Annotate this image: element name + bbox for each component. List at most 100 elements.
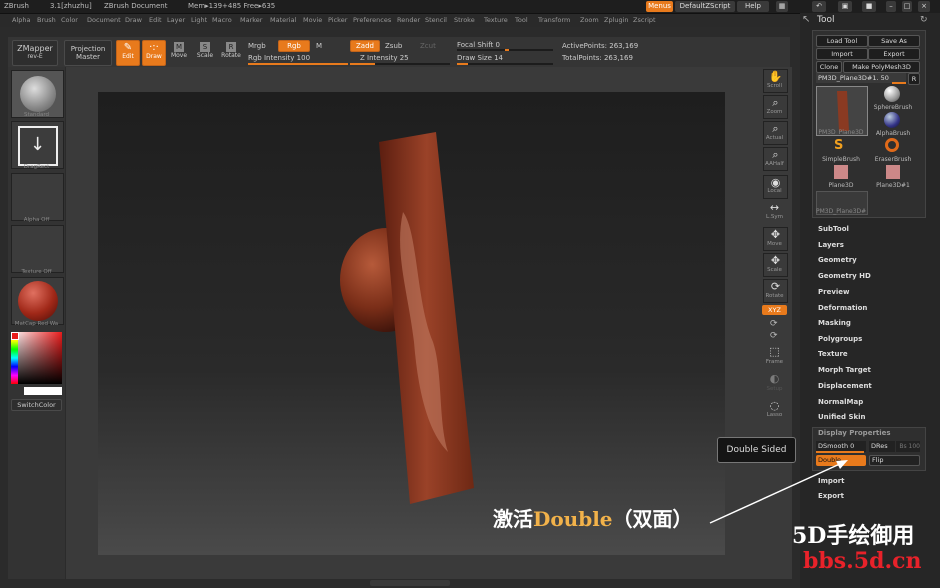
lock-icon[interactable]: ■ [862, 1, 876, 12]
section-masking[interactable]: Masking [818, 319, 851, 327]
scroll-button[interactable]: ✋ [763, 69, 788, 93]
section-layers[interactable]: Layers [818, 241, 844, 249]
menu-zscript[interactable]: Zscript [633, 16, 656, 24]
plane3d-icon[interactable] [834, 165, 848, 179]
section-deformation[interactable]: Deformation [818, 304, 867, 312]
refresh-icon[interactable]: ↻ [920, 15, 928, 25]
rgb-toggle[interactable]: Rgb [278, 40, 310, 52]
xyz-toggle[interactable]: XYZ [762, 305, 787, 315]
zmapper-button[interactable]: ZMapper rev-E [12, 40, 58, 66]
menu-marker[interactable]: Marker [240, 16, 262, 24]
menu-document[interactable]: Document [87, 16, 121, 24]
zadd-toggle[interactable]: Zadd [350, 40, 380, 52]
menu-light[interactable]: Light [191, 16, 207, 24]
document-canvas[interactable] [98, 92, 725, 555]
menu-tool[interactable]: Tool [515, 16, 528, 24]
menu-brush[interactable]: Brush [37, 16, 56, 24]
section-morph-target[interactable]: Morph Target [818, 366, 871, 374]
menu-zplugin[interactable]: Zplugin [604, 16, 629, 24]
import-tool-button[interactable]: Import [816, 48, 868, 60]
restore-icon[interactable]: □ [902, 1, 912, 12]
pin-icon[interactable]: ↖ [802, 14, 810, 25]
move-button[interactable]: M Move [168, 40, 190, 64]
menu-picker[interactable]: Picker [328, 16, 347, 24]
section-displacement[interactable]: Displacement [818, 382, 872, 390]
move-view-button[interactable]: ✥ [763, 227, 788, 251]
menu-layer[interactable]: Layer [167, 16, 185, 24]
menu-stroke[interactable]: Stroke [454, 16, 475, 24]
menu-preferences[interactable]: Preferences [353, 16, 391, 24]
sphere-brush-icon[interactable] [884, 86, 900, 102]
section-geometry-hd[interactable]: Geometry HD [818, 272, 871, 280]
menu-stencil[interactable]: Stencil [425, 16, 447, 24]
section-polygroups[interactable]: Polygroups [818, 335, 862, 343]
help-button[interactable]: Help [737, 1, 769, 12]
draw-button[interactable]: ·:· Draw [142, 40, 166, 66]
zoom-button[interactable]: ⌕ [763, 95, 788, 119]
menu-macro[interactable]: Macro [212, 16, 232, 24]
close-icon[interactable]: × [918, 1, 930, 12]
eraser-brush-icon[interactable] [885, 138, 899, 152]
secondary-color-swatch[interactable] [24, 387, 62, 395]
texture-thumbnail[interactable] [11, 225, 64, 273]
local-button[interactable]: ◉ [763, 175, 788, 199]
section-unified-skin[interactable]: Unified Skin [818, 413, 866, 421]
edit-button[interactable]: ✎ Edit [116, 40, 140, 66]
rotate-button[interactable]: R Rotate [220, 40, 242, 64]
z-rotate-icon[interactable]: ⟳ [770, 331, 778, 341]
palette-icon[interactable]: ▣ [838, 1, 852, 12]
dres-slider[interactable]: DRes [869, 441, 895, 452]
r-button[interactable]: R [908, 73, 920, 85]
make-polymesh-button[interactable]: Make PolyMesh3D [843, 61, 920, 73]
layout-icon[interactable]: ▦ [776, 1, 788, 12]
alpha-brush-icon[interactable] [884, 112, 900, 128]
menu-color[interactable]: Color [61, 16, 78, 24]
export-tool-button[interactable]: Export [868, 48, 920, 60]
clone-button[interactable]: Clone [816, 61, 842, 73]
menus-button[interactable]: Menus [646, 1, 673, 12]
draw-size-slider[interactable] [457, 63, 553, 65]
minimize-icon[interactable]: – [886, 1, 896, 12]
z-intensity-slider[interactable] [350, 63, 450, 65]
menu-edit[interactable]: Edit [149, 16, 162, 24]
actual-button[interactable]: ⌕ [763, 121, 788, 145]
mrgb-toggle[interactable]: Mrgb [248, 42, 266, 50]
stroke-thumbnail[interactable]: ↓ [11, 121, 64, 169]
menu-draw[interactable]: Draw [125, 16, 142, 24]
material-thumbnail[interactable] [11, 277, 64, 325]
menu-movie[interactable]: Movie [303, 16, 322, 24]
main-color-swatch[interactable] [11, 332, 19, 340]
save-as-button[interactable]: Save As [868, 35, 920, 47]
rgb-intensity-slider[interactable] [248, 63, 348, 65]
default-zscript-button[interactable]: DefaultZScript [675, 1, 735, 12]
alpha-thumbnail[interactable] [11, 173, 64, 221]
projection-master-button[interactable]: Projection Master [64, 40, 112, 66]
load-tool-button[interactable]: Load Tool [816, 35, 868, 47]
section-subtool[interactable]: SubTool [818, 225, 849, 233]
menu-texture[interactable]: Texture [484, 16, 508, 24]
zsub-toggle[interactable]: Zsub [385, 42, 402, 50]
bottom-scrollbar[interactable] [370, 580, 450, 586]
flip-button[interactable]: Flip [869, 455, 920, 466]
brush-thumbnail[interactable] [11, 70, 64, 118]
scale-view-button[interactable]: ✥ [763, 253, 788, 277]
display-properties-title[interactable]: Display Properties [818, 429, 891, 437]
scale-button[interactable]: S Scale [194, 40, 216, 64]
focal-shift-slider[interactable] [457, 49, 553, 51]
section-normalmap[interactable]: NormalMap [818, 398, 863, 406]
menu-material[interactable]: Material [270, 16, 296, 24]
section-preview[interactable]: Preview [818, 288, 850, 296]
rotate-view-button[interactable]: ⟳ [763, 279, 788, 303]
aahalf-button[interactable]: ⌕ [763, 147, 788, 171]
zcut-toggle[interactable]: Zcut [420, 42, 436, 50]
menu-zoom[interactable]: Zoom [580, 16, 599, 24]
menu-render[interactable]: Render [397, 16, 420, 24]
plane3d-1-icon[interactable] [886, 165, 900, 179]
section-texture[interactable]: Texture [818, 350, 848, 358]
switch-color-button[interactable]: SwitchColor [11, 399, 62, 411]
section-geometry[interactable]: Geometry [818, 256, 857, 264]
menu-transform[interactable]: Transform [538, 16, 570, 24]
undo-icon[interactable]: ↶ [812, 1, 826, 12]
y-rotate-icon[interactable]: ⟳ [770, 319, 778, 329]
m-toggle[interactable]: M [316, 42, 322, 50]
